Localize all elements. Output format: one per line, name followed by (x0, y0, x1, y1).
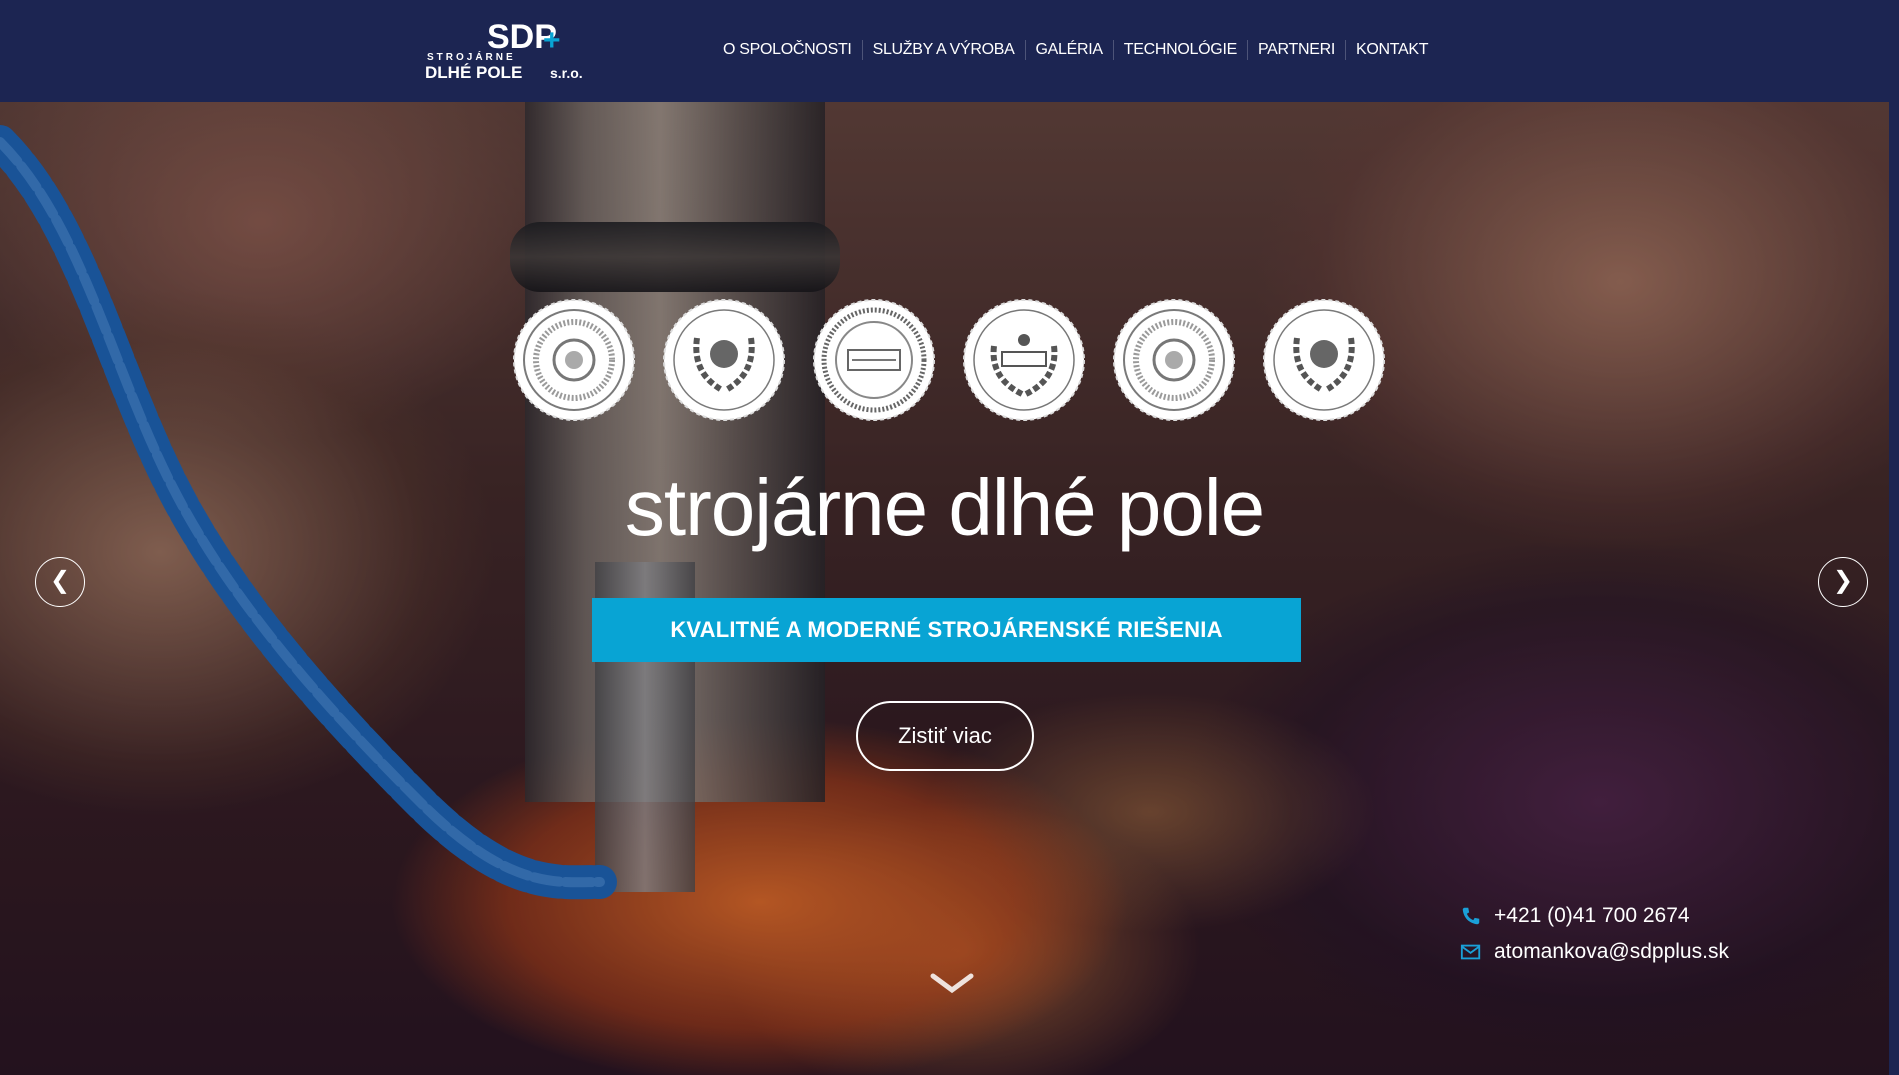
main-nav: O SPOLOČNOSTI SLUŽBY A VÝROBA GALÉRIA TE… (713, 40, 1438, 60)
site-header: SDP + STROJÁRNE DLHÉ POLE s.r.o. O SPOLO… (0, 0, 1889, 102)
hero-tagline-banner: KVALITNÉ A MODERNÉ STROJÁRENSKÉ RIEŠENIA (592, 598, 1301, 662)
contact-info: +421 (0)41 700 2674 atomankova@sdpplus.s… (1458, 898, 1729, 970)
svg-text:+: + (543, 24, 561, 57)
nav-item-galeria[interactable]: GALÉRIA (1026, 40, 1114, 60)
company-logo[interactable]: SDP + STROJÁRNE DLHÉ POLE s.r.o. (425, 14, 590, 84)
slider-prev-button[interactable]: ❮ (35, 557, 85, 607)
seal-icon (513, 299, 635, 421)
seal-icon (1113, 299, 1235, 421)
nav-item-o-spolocnosti[interactable]: O SPOLOČNOSTI (713, 40, 863, 60)
crest-seal-icon (963, 299, 1085, 421)
learn-more-button[interactable]: Zistiť viac (856, 701, 1034, 771)
contact-email-row[interactable]: atomankova@sdpplus.sk (1458, 934, 1729, 970)
banner-seal-icon (813, 299, 935, 421)
page-scrollbar[interactable] (1889, 0, 1899, 1075)
laurel-seal-icon (663, 299, 785, 421)
envelope-icon (1460, 944, 1481, 960)
nav-item-technologie[interactable]: TECHNOLÓGIE (1114, 40, 1248, 60)
hero-title: strojárne dlhé pole (624, 463, 1265, 552)
nav-item-partneri[interactable]: PARTNERI (1248, 40, 1346, 60)
contact-phone-row[interactable]: +421 (0)41 700 2674 (1458, 898, 1729, 934)
contact-phone: +421 (0)41 700 2674 (1494, 904, 1690, 927)
nav-item-sluzby-a-vyroba[interactable]: SLUŽBY A VÝROBA (863, 40, 1026, 60)
phone-icon (1462, 907, 1480, 925)
certification-seals (512, 298, 1386, 422)
laurel-seal-icon (1263, 299, 1385, 421)
scroll-down-icon[interactable] (930, 972, 974, 996)
slider-next-button[interactable]: ❯ (1818, 557, 1868, 607)
nav-item-kontakt[interactable]: KONTAKT (1346, 40, 1438, 60)
svg-text:s.r.o.: s.r.o. (550, 65, 583, 81)
svg-text:STROJÁRNE: STROJÁRNE (427, 50, 516, 63)
svg-text:DLHÉ POLE: DLHÉ POLE (425, 63, 522, 82)
contact-email: atomankova@sdpplus.sk (1494, 940, 1729, 963)
